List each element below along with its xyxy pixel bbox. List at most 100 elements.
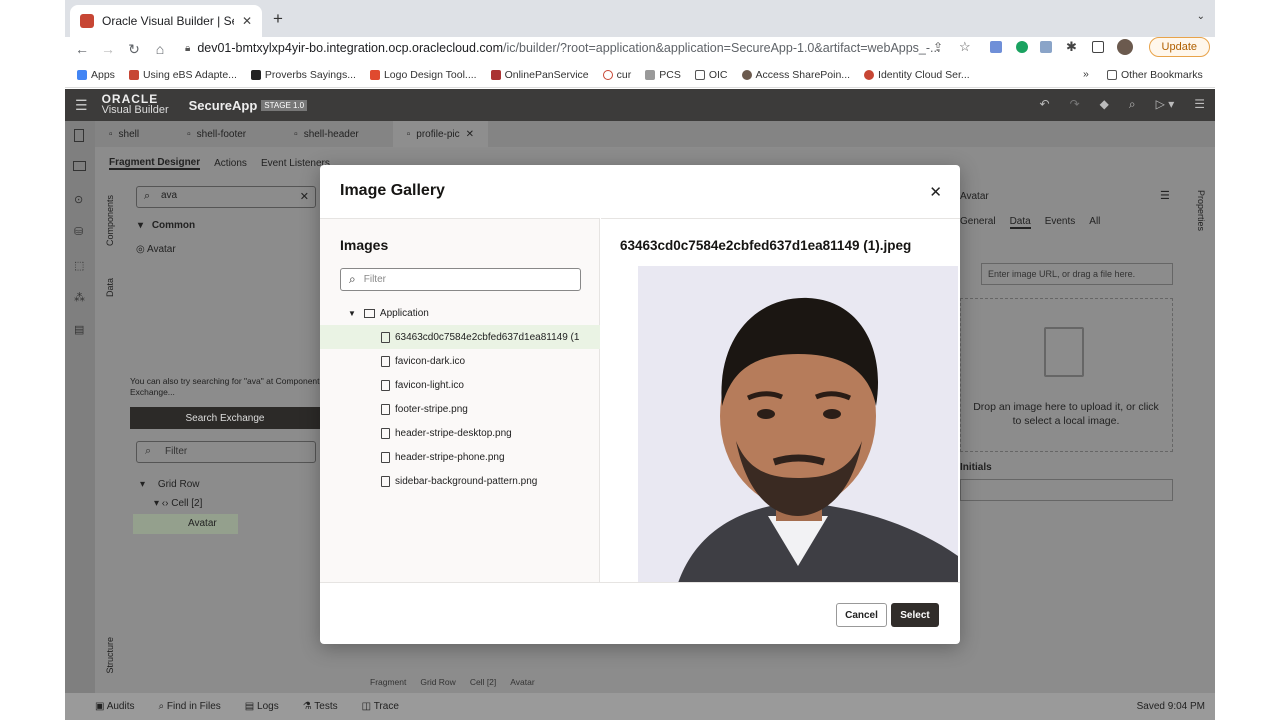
tab-profile-pic[interactable]: ▫ profile-pic ✕: [392, 121, 489, 147]
structure-cell[interactable]: ▾ ‹› Cell [2]: [154, 498, 202, 509]
run-icon[interactable]: ▷ ▾: [1156, 97, 1175, 112]
left-gutter: [0, 0, 65, 720]
grammarly-icon[interactable]: [1016, 41, 1028, 53]
logs-icon: ▤: [244, 701, 255, 712]
processes-icon[interactable]: ⁂: [74, 291, 85, 304]
update-button[interactable]: Update: [1148, 37, 1210, 57]
bookmark-sharepoint[interactable]: Access SharePoin...: [741, 69, 850, 81]
close-dialog-icon[interactable]: ✕: [929, 183, 942, 201]
bookmark-onlinepan[interactable]: OnlinePanService: [490, 69, 589, 81]
trace-tool[interactable]: ◫ Trace: [362, 701, 399, 712]
side-panel-icon[interactable]: [1092, 41, 1104, 53]
screen-capture-icon[interactable]: [1040, 41, 1052, 53]
bookmark-star-icon[interactable]: ☆: [959, 39, 971, 55]
breadcrumb-item[interactable]: Cell [2]: [470, 677, 496, 687]
props-tab-all[interactable]: All: [1089, 216, 1100, 229]
profile-avatar-icon[interactable]: [1117, 39, 1133, 55]
mobile-apps-icon[interactable]: [74, 129, 84, 142]
tree-file-selected[interactable]: 63463cd0c7584e2cbfed637d1ea81149 (1: [320, 325, 600, 349]
props-tab-general[interactable]: General: [960, 216, 996, 229]
tab-actions[interactable]: Actions: [214, 158, 247, 169]
components-icon[interactable]: ⬚: [74, 259, 84, 272]
git-icon[interactable]: ◆: [1100, 97, 1109, 112]
tree-file[interactable]: header-stripe-phone.png: [320, 445, 600, 469]
tree-folder-application[interactable]: ▼ Application: [320, 301, 600, 325]
bookmark-cur[interactable]: cur: [602, 69, 631, 81]
tree-file[interactable]: sidebar-background-pattern.png: [320, 469, 600, 493]
main-menu-icon[interactable]: ☰: [1194, 97, 1205, 112]
apps-grid-icon: [77, 69, 87, 80]
image-drop-zone[interactable]: Drop an image here to upload it, or clic…: [960, 298, 1173, 452]
share-icon[interactable]: ⇪: [933, 40, 943, 54]
structure-vertical-tab[interactable]: Structure: [105, 637, 115, 674]
tab-shell-header[interactable]: ▫ shell-header: [280, 121, 373, 147]
bookmark-other[interactable]: Other Bookmarks: [1107, 69, 1203, 81]
browser-tab[interactable]: Oracle Visual Builder | Secure A ✕: [70, 5, 262, 37]
images-filter-input[interactable]: ⌕ Filter: [340, 268, 581, 291]
bookmark-logo-design[interactable]: Logo Design Tool....: [369, 69, 477, 81]
select-button[interactable]: Select: [891, 603, 939, 627]
structure-filter-input[interactable]: ⌕ Filter: [136, 441, 316, 463]
source-icon[interactable]: ▤: [74, 323, 84, 336]
tests-icon: ⚗: [302, 701, 312, 712]
extensions-puzzle-icon[interactable]: ✱: [1066, 39, 1077, 55]
new-tab-icon[interactable]: +: [273, 9, 283, 29]
data-vertical-tab[interactable]: Data: [105, 278, 115, 297]
breadcrumb-item[interactable]: Grid Row: [420, 677, 455, 687]
bookmark-ebs[interactable]: Using eBS Adapte...: [128, 69, 237, 81]
bookmark-apps[interactable]: Apps: [77, 69, 115, 81]
props-menu-icon[interactable]: ☰: [1160, 189, 1170, 202]
logs-tool[interactable]: ▤ Logs: [245, 701, 279, 712]
structure-grid-row[interactable]: ▾ Grid Row: [140, 479, 200, 490]
bookmark-proverbs[interactable]: Proverbs Sayings...: [250, 69, 356, 81]
bookmark-oic[interactable]: OIC: [694, 69, 728, 81]
business-objects-icon[interactable]: ⛁: [74, 225, 83, 238]
forward-icon[interactable]: →: [95, 41, 121, 57]
tab-shell[interactable]: ▫ shell: [95, 121, 153, 147]
web-apps-icon[interactable]: [73, 161, 86, 171]
structure-avatar[interactable]: Avatar: [133, 514, 238, 534]
bookmarks-overflow-icon[interactable]: »: [1083, 68, 1089, 80]
bookmark-pcs[interactable]: PCS: [645, 69, 681, 81]
properties-vertical-tab[interactable]: Properties: [1196, 190, 1206, 231]
tree-file[interactable]: footer-stripe.png: [320, 397, 600, 421]
close-tab-icon[interactable]: ✕: [242, 14, 252, 28]
search-value: ava: [161, 190, 178, 201]
close-tab-icon[interactable]: ✕: [466, 129, 474, 140]
url-host: dev01-bmtxylxp4yir-bo.integration.ocp.or…: [197, 41, 504, 55]
url-field[interactable]: 🔒︎ dev01-bmtxylxp4yir-bo.integration.ocp…: [185, 37, 985, 59]
initials-input[interactable]: [960, 479, 1173, 501]
search-icon[interactable]: ⌕: [1129, 97, 1136, 112]
image-url-input[interactable]: Enter image URL, or drag a file here.: [981, 263, 1173, 285]
components-search-input[interactable]: ⌕ ava ✕: [136, 186, 316, 208]
breadcrumb-item[interactable]: Fragment: [370, 677, 406, 687]
redo-icon[interactable]: ↷: [1070, 97, 1080, 112]
tab-fragment-designer[interactable]: Fragment Designer: [109, 157, 201, 170]
cancel-button[interactable]: Cancel: [836, 603, 887, 627]
breadcrumb-item[interactable]: Avatar: [510, 677, 534, 687]
undo-icon[interactable]: ↶: [1040, 97, 1050, 112]
tab-shell-footer[interactable]: ▫ shell-footer: [173, 121, 260, 147]
audits-tool[interactable]: ▣ Audits: [95, 701, 134, 712]
tests-tool[interactable]: ⚗ Tests: [303, 701, 338, 712]
search-exchange-button[interactable]: Search Exchange: [130, 407, 320, 429]
tab-label: shell-footer: [196, 128, 247, 140]
services-icon[interactable]: ⊙: [74, 193, 83, 206]
find-in-files-tool[interactable]: ⌕ Find in Files: [158, 701, 220, 712]
tab-search-icon[interactable]: ⌄: [1197, 11, 1205, 22]
extension-icon[interactable]: [990, 41, 1002, 53]
components-vertical-tab[interactable]: Components: [105, 195, 115, 246]
props-tab-events[interactable]: Events: [1045, 216, 1076, 229]
bookmark-identity-cloud[interactable]: Identity Cloud Ser...: [864, 69, 970, 81]
tree-file[interactable]: favicon-light.ico: [320, 373, 600, 397]
tree-file[interactable]: header-stripe-desktop.png: [320, 421, 600, 445]
hamburger-menu-icon[interactable]: ☰: [75, 97, 88, 114]
home-icon[interactable]: ⌂: [147, 41, 173, 57]
tree-file[interactable]: favicon-dark.ico: [320, 349, 600, 373]
reload-icon[interactable]: ↻: [121, 41, 147, 58]
avatar-component-item[interactable]: ◎ Avatar: [136, 244, 176, 255]
props-tab-data[interactable]: Data: [1009, 216, 1031, 229]
clear-search-icon[interactable]: ✕: [300, 190, 309, 203]
back-icon[interactable]: ←: [69, 41, 95, 57]
common-group[interactable]: ▾ Common: [138, 220, 195, 231]
